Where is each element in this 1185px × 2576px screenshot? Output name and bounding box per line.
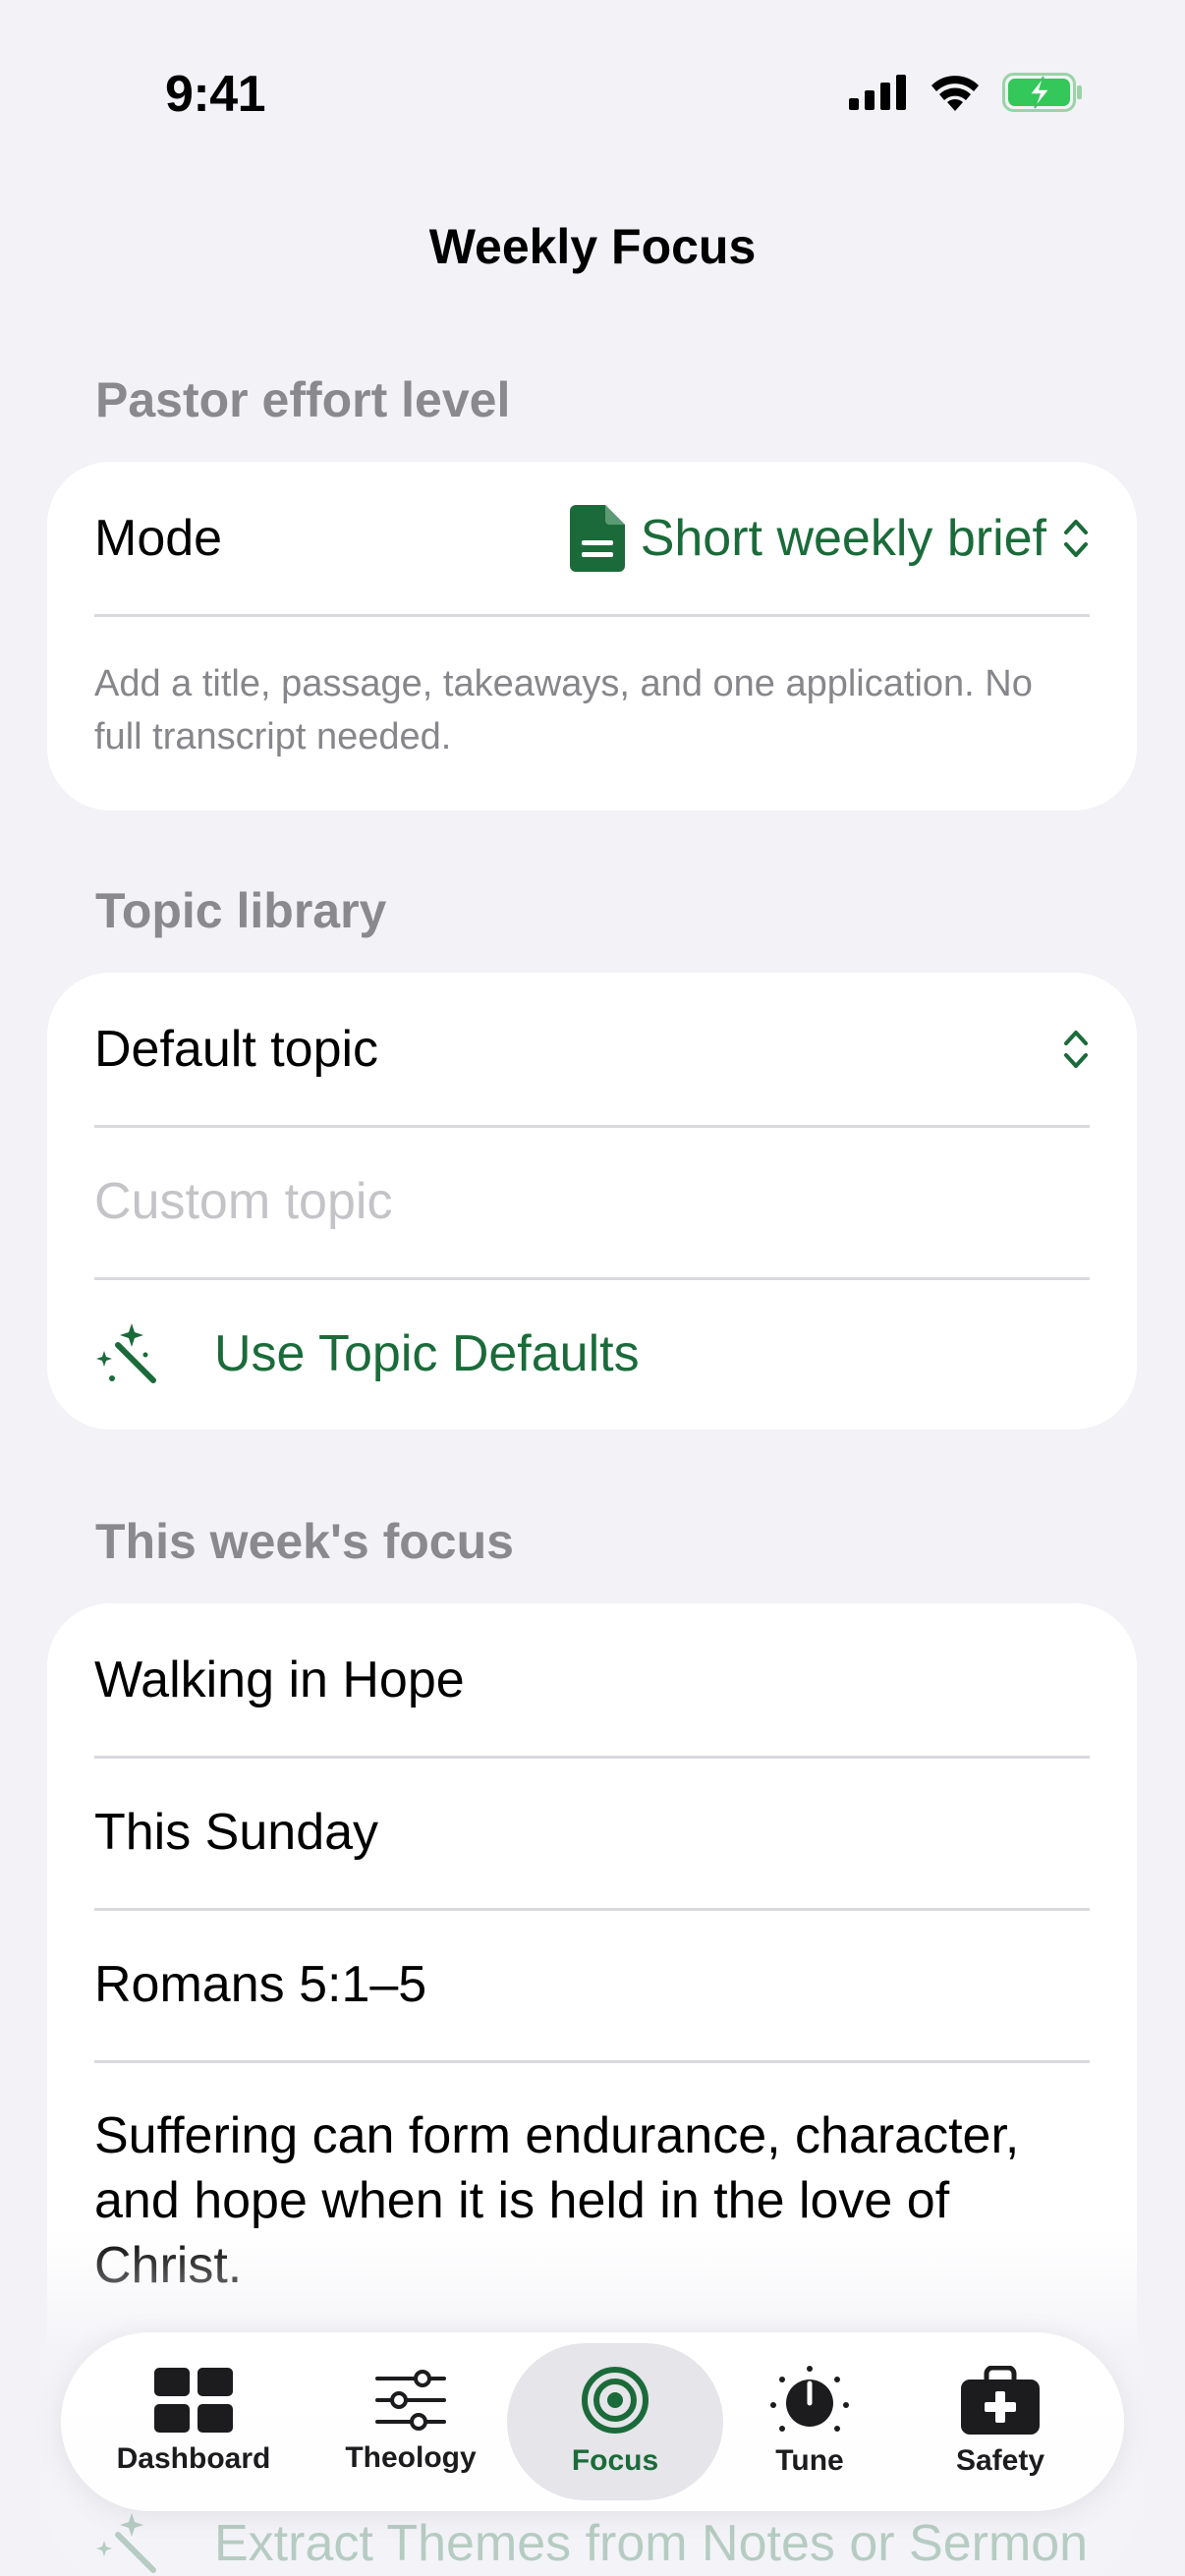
mode-picker[interactable]: Short weekly brief (569, 504, 1090, 572)
target-icon (582, 2367, 649, 2434)
tab-focus[interactable]: Focus (507, 2343, 723, 2500)
medkit-icon (961, 2366, 1040, 2435)
timer-icon (770, 2366, 849, 2432)
use-topic-defaults-label: Use Topic Defaults (214, 1324, 640, 1382)
tab-theology[interactable]: Theology (314, 2343, 507, 2500)
wifi-icon (931, 76, 979, 111)
document-icon (569, 504, 625, 572)
tab-focus-label: Focus (571, 2444, 659, 2477)
default-topic-row[interactable]: Default topic (47, 973, 1137, 1125)
tab-safety[interactable]: Safety (896, 2343, 1104, 2500)
page-title: Weekly Focus (428, 219, 757, 274)
tab-safety-label: Safety (955, 2444, 1045, 2477)
battery-charging-icon (1002, 73, 1082, 112)
extract-themes-button[interactable]: Extract Themes from Notes or Sermon (94, 2511, 1088, 2576)
mode-value: Short weekly brief (640, 509, 1046, 567)
focus-passage-field[interactable]: Romans 5:1–5 (47, 1908, 1137, 2060)
magic-wand-icon (96, 2513, 156, 2573)
mode-label: Mode (94, 509, 223, 567)
tab-tune-label: Tune (775, 2444, 844, 2477)
mode-row[interactable]: Mode Short weekly brief (47, 462, 1137, 614)
status-bar: 9:41 (0, 0, 1185, 177)
extract-themes-label: Extract Themes from Notes or Sermon (214, 2515, 1089, 2572)
custom-topic-field[interactable]: Custom topic (47, 1125, 1137, 1277)
effort-card: Mode Short weekly brief Add a title, pas… (47, 462, 1137, 811)
focus-title-value: Walking in Hope (94, 1651, 465, 1708)
focus-date-value: This Sunday (94, 1803, 379, 1861)
section-header-effort: Pastor effort level (95, 372, 511, 427)
grid-icon (154, 2368, 233, 2433)
cellular-signal-icon (849, 75, 906, 110)
chevron-up-down-icon (1064, 519, 1088, 557)
focus-passage-value: Romans 5:1–5 (94, 1955, 427, 2013)
focus-title-field[interactable]: Walking in Hope (47, 1603, 1137, 1756)
section-header-focus: This week's focus (95, 1514, 514, 1569)
custom-topic-placeholder: Custom topic (94, 1172, 393, 1230)
mode-description: Add a title, passage, takeaways, and one… (47, 614, 1137, 811)
use-topic-defaults-button[interactable]: Use Topic Defaults (47, 1277, 1137, 1429)
sliders-icon (375, 2370, 446, 2431)
tab-tune[interactable]: Tune (723, 2343, 896, 2500)
magic-wand-icon (96, 1322, 156, 1383)
tab-dashboard-label: Dashboard (116, 2442, 271, 2475)
chevron-up-down-icon (1064, 1030, 1088, 1068)
default-topic-label: Default topic (94, 1020, 379, 1078)
status-icons (849, 73, 1083, 112)
tab-bar: Dashboard Theology Focus Tune Safety (61, 2332, 1124, 2511)
topics-card: Default topic Custom topic Use Topic Def… (47, 973, 1137, 1429)
section-header-topics: Topic library (95, 883, 387, 938)
tab-theology-label: Theology (345, 2441, 477, 2474)
status-time: 9:41 (165, 66, 266, 123)
focus-date-field[interactable]: This Sunday (47, 1756, 1137, 1908)
tab-dashboard[interactable]: Dashboard (73, 2343, 314, 2500)
